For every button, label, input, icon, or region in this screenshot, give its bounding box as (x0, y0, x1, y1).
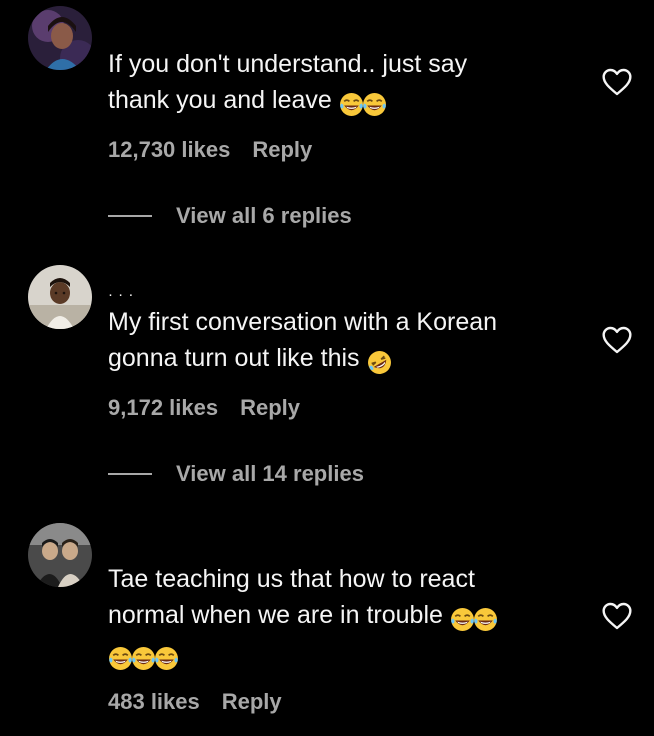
comment-meta: 12,730 likes Reply (108, 137, 312, 163)
comment-meta: 483 likes Reply (108, 689, 282, 715)
heart-outline-icon[interactable] (600, 66, 634, 98)
view-replies-label: View all 14 replies (176, 461, 364, 486)
avatar[interactable] (28, 6, 92, 70)
face-with-tears-of-joy-icon (473, 607, 498, 632)
comment-text: Tae teaching us that how to react normal… (108, 561, 588, 675)
reply-button[interactable]: Reply (252, 137, 312, 162)
username[interactable]: · · · (108, 286, 134, 303)
face-with-tears-of-joy-icon (362, 92, 387, 117)
avatar[interactable] (28, 265, 92, 329)
face-with-tears-of-joy-icon (339, 92, 364, 117)
avatar[interactable] (28, 523, 92, 587)
heart-outline-icon[interactable] (600, 324, 634, 356)
rolling-on-the-floor-laughing-icon (367, 350, 392, 375)
emoji-group (450, 600, 498, 636)
reply-button[interactable]: Reply (240, 395, 300, 420)
reply-button[interactable]: Reply (222, 689, 282, 714)
like-count[interactable]: 483 likes (108, 689, 200, 714)
divider-line (108, 473, 152, 475)
view-replies-button[interactable]: View all 6 replies (108, 203, 352, 229)
view-replies-label: View all 6 replies (176, 203, 352, 228)
like-count[interactable]: 9,172 likes (108, 395, 218, 420)
like-count[interactable]: 12,730 likes (108, 137, 230, 162)
emoji-group (108, 639, 179, 675)
view-replies-button[interactable]: View all 14 replies (108, 461, 364, 487)
divider-line (108, 215, 152, 217)
face-with-tears-of-joy-icon (154, 646, 179, 671)
emoji-group (339, 85, 387, 121)
face-with-tears-of-joy-icon (450, 607, 475, 632)
comment-text: If you don't understand.. just say thank… (108, 46, 588, 121)
comment-text: My first conversation with a Korean gonn… (108, 304, 588, 379)
face-with-tears-of-joy-icon (108, 646, 133, 671)
face-with-tears-of-joy-icon (131, 646, 156, 671)
comment-meta: 9,172 likes Reply (108, 395, 300, 421)
emoji-group (367, 343, 392, 379)
heart-outline-icon[interactable] (600, 600, 634, 632)
